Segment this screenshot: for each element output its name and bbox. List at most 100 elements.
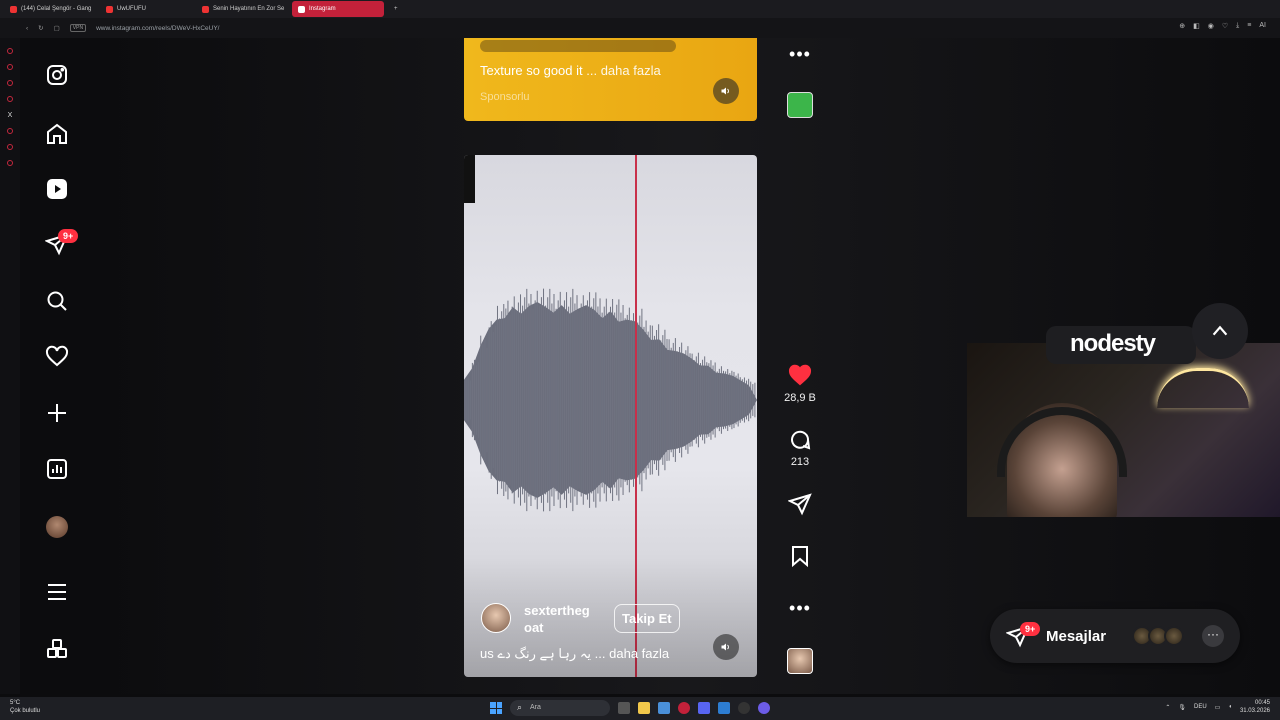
share-button[interactable] [780,492,820,516]
also-from-meta-icon[interactable] [44,636,70,662]
uwufufu-icon [106,5,113,13]
rail-icon[interactable] [7,96,13,102]
obs-icon[interactable] [738,702,750,714]
author-username[interactable]: sextertheg oat [524,602,604,636]
bookmark-icon [792,546,808,568]
ai-button[interactable]: AI [1259,22,1266,30]
messages-label: Mesajlar [1046,628,1107,645]
like-button[interactable]: 28,9 B [780,364,820,404]
volume-icon [721,87,729,95]
download-icon[interactable]: ⤓ [1236,22,1239,30]
chevron-up-icon[interactable]: ⌃ [1165,704,1170,711]
more-options-button[interactable]: ••• [780,598,820,619]
follow-button[interactable]: Takip Et [614,604,680,633]
neon-light [1157,368,1249,408]
address-bar: ‹ ↻ ▢ VPN www.instagram.com/reels/DWeV-H… [0,18,1280,38]
app-icon[interactable] [758,702,770,714]
heart-icon[interactable]: ♡ [1222,22,1228,30]
discord-icon[interactable] [698,702,710,714]
weather-widget[interactable]: 5°C Çok bulutlu [10,699,40,715]
zoom-icon[interactable]: ⊕ [1179,22,1185,30]
instagram-sidebar: 9+ [20,38,94,694]
reel-actions: ••• 28,9 B 213 ••• [780,38,820,694]
current-reel[interactable]: sextertheg oat Takip Et us یہ رہا ہے رنگ… [464,155,757,677]
new-tab-button[interactable]: + [388,1,400,17]
x-icon[interactable]: X [0,112,20,119]
like-count: 28,9 B [784,392,816,404]
screen: (144) Celal Şengör - Gang UwUFUFU Senin … [0,0,1280,720]
tab-title: Senin Hayatının En Zor Se [213,6,285,12]
heart-filled-icon [788,364,812,386]
reel-caption: us یہ رہا ہے رنگ دے ... daha fazla [480,646,670,661]
tab-title: UwUFUFU [117,6,146,12]
more-options-top[interactable]: ••• [780,44,820,65]
tab-celal[interactable]: (144) Celal Şengör - Gang [4,1,96,17]
recent-contacts [1132,626,1184,646]
comment-icon [791,430,811,450]
store-icon[interactable] [658,702,670,714]
shield-icon[interactable]: ▢ [54,24,60,32]
file-explorer-icon[interactable] [638,702,650,714]
previous-reel-button[interactable] [1192,303,1248,359]
home-icon[interactable] [44,121,70,147]
comment-button[interactable]: 213 [780,428,820,468]
windows-start-icon[interactable] [490,702,502,714]
extension-icon[interactable]: ◧ [1193,22,1200,30]
tab-senin-hayatin[interactable]: Senin Hayatının En Zor Se [196,1,288,17]
more-menu-icon[interactable] [44,579,70,605]
url-field[interactable]: www.instagram.com/reels/DWeV-HxCeUY/ [96,25,219,32]
vpn-badge[interactable]: VPN [69,24,87,32]
instagram-icon [298,5,305,13]
more-link[interactable]: ... daha fazla [586,63,660,78]
rail-icon[interactable] [7,80,13,86]
save-button[interactable] [780,544,820,568]
menu-icon[interactable]: ≡ [1247,22,1251,30]
rail-icon[interactable] [7,64,13,70]
reels-icon[interactable] [44,176,70,202]
rail-icon[interactable] [7,160,13,166]
volume-button[interactable] [713,78,739,104]
tab-instagram[interactable]: Instagram [292,1,384,17]
camera-icon[interactable]: ◉ [1208,22,1214,30]
notification-badge: 9+ [58,229,79,243]
profile-avatar[interactable] [46,516,68,538]
youtube-icon [10,5,17,13]
reload-icon[interactable]: ↻ [38,24,43,32]
search-icon[interactable] [44,288,70,314]
share-icon [788,493,812,516]
messages-panel-button[interactable]: 9+ Mesajlar ··· [990,609,1240,663]
rail-icon[interactable] [7,144,13,150]
webcam-overlay [967,343,1280,517]
rail-icon[interactable] [7,128,13,134]
tab-uwufufu[interactable]: UwUFUFU [100,1,192,17]
dashboard-icon[interactable] [44,456,70,482]
speaker-icon[interactable]: ◖ [1228,704,1232,710]
sponsor-cta-bar[interactable] [480,40,676,52]
mic-icon[interactable]: 🎙 [1178,704,1186,711]
tab-title: Instagram [309,6,336,12]
more-contacts-icon: ··· [1202,625,1224,647]
sponsor-audio-thumb[interactable] [787,92,813,118]
chevron-up-icon [1212,325,1228,336]
back-icon[interactable]: ‹ [26,25,28,32]
opera-gx-icon[interactable] [678,702,690,714]
original-audio-thumb[interactable] [787,648,813,674]
uwufufu-icon [202,5,209,13]
network-icon[interactable]: ▭ [1215,704,1221,711]
volume-button[interactable] [713,634,739,660]
language-indicator[interactable]: DEU [1194,704,1207,710]
taskbar-search[interactable]: Ara [510,700,610,716]
app-icon[interactable] [718,702,730,714]
create-icon[interactable] [44,400,70,426]
sponsor-logo: nodesty [1070,330,1156,357]
author-avatar[interactable] [481,603,511,633]
instagram-logo-icon[interactable] [44,62,70,88]
more-link[interactable]: daha fazla [609,646,669,661]
windows-taskbar: 5°C Çok bulutlu Ara ⌃ 🎙 DEU ▭ ◖ 00:45 31… [0,697,1280,720]
heart-icon[interactable] [44,344,70,370]
sponsored-reel[interactable]: Texture so good it ... daha fazla Sponso… [464,38,757,121]
browser-side-rail: X [0,38,20,694]
rail-icon[interactable] [7,48,13,54]
clock[interactable]: 00:45 31.03.2026 [1240,699,1270,715]
task-view-icon[interactable] [618,702,630,714]
